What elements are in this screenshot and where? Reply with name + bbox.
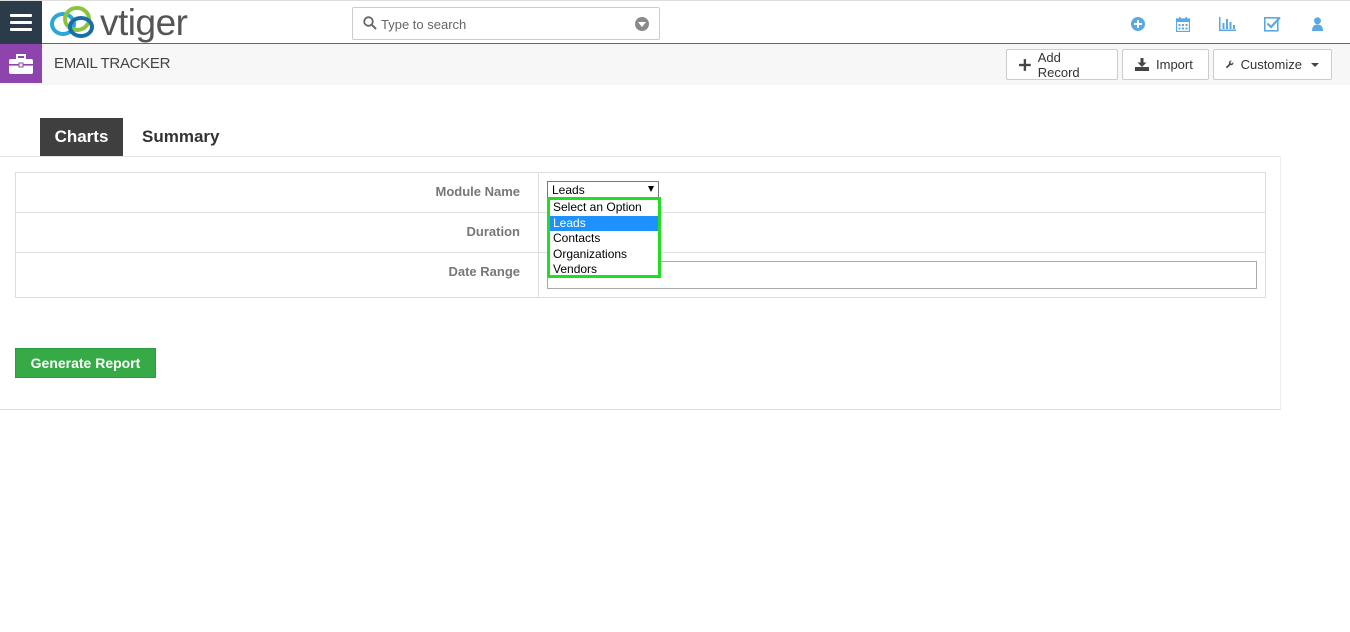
- plus-icon: [1019, 58, 1031, 71]
- module-name-select[interactable]: Leads: [547, 181, 659, 198]
- option-organizations[interactable]: Organizations: [550, 247, 658, 263]
- search-input[interactable]: [381, 12, 631, 36]
- briefcase-icon[interactable]: [0, 44, 42, 83]
- module-select-value: Leads: [552, 183, 585, 197]
- logo-cloud-icon: [50, 6, 94, 38]
- option-vendors[interactable]: Vendors: [550, 262, 658, 278]
- tab-summary[interactable]: Summary: [128, 118, 233, 156]
- global-search[interactable]: [352, 7, 660, 40]
- module-options-list: Select an Option Leads Contacts Organiza…: [547, 197, 661, 278]
- option-leads[interactable]: Leads: [550, 215, 658, 231]
- search-options-icon[interactable]: [635, 17, 649, 31]
- option-contacts[interactable]: Contacts: [550, 231, 658, 247]
- download-icon: [1135, 58, 1149, 71]
- caret-down-icon: [1311, 62, 1319, 67]
- app-logo[interactable]: vtiger: [48, 1, 188, 43]
- quick-create-icon[interactable]: [1115, 13, 1160, 35]
- tab-charts[interactable]: Charts: [40, 118, 123, 156]
- import-button[interactable]: Import: [1122, 49, 1209, 80]
- date-range-label: Date Range: [448, 264, 520, 279]
- reports-chart-icon[interactable]: [1205, 13, 1250, 35]
- import-label: Import: [1156, 57, 1193, 72]
- calendar-icon[interactable]: [1160, 13, 1205, 35]
- top-actions: [1115, 13, 1340, 35]
- wrench-icon: [1226, 60, 1234, 69]
- duration-label: Duration: [466, 224, 520, 239]
- option-select-an-option[interactable]: Select an Option: [550, 200, 658, 216]
- add-record-button[interactable]: Add Record: [1006, 49, 1118, 80]
- tasks-checkbox-icon[interactable]: [1250, 13, 1295, 35]
- module-name-label: Module Name: [435, 184, 520, 199]
- customize-label: Customize: [1240, 57, 1302, 72]
- customize-button[interactable]: Customize: [1213, 49, 1332, 80]
- generate-report-button[interactable]: Generate Report: [15, 348, 156, 378]
- add-record-label: Add Record: [1037, 49, 1080, 80]
- search-icon: [363, 16, 377, 30]
- module-header: EMAIL TRACKER Add Record Import Customiz…: [0, 44, 1350, 85]
- dropdown-arrow-icon: [648, 186, 654, 192]
- user-icon[interactable]: [1295, 13, 1340, 35]
- module-title[interactable]: EMAIL TRACKER: [54, 55, 170, 72]
- top-navbar: vtiger: [0, 0, 1350, 44]
- menu-icon[interactable]: [0, 1, 42, 44]
- logo-text: vtiger: [100, 1, 188, 43]
